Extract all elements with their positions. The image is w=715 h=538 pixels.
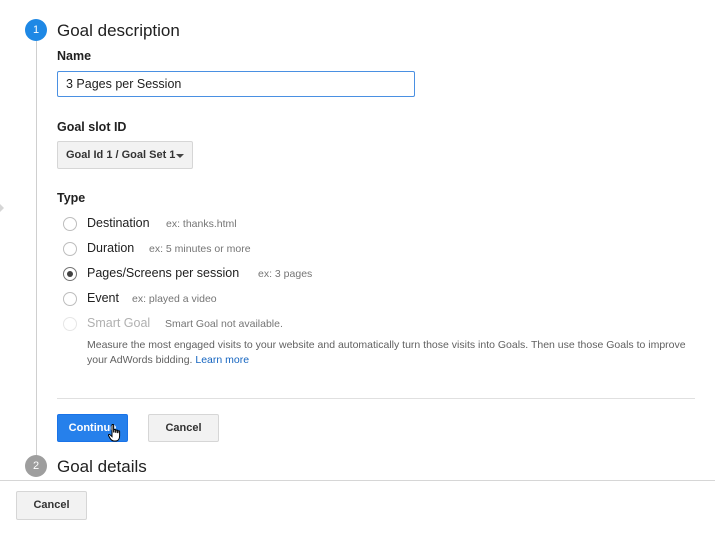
side-arrow-icon [0,204,4,212]
type-option-label: Smart Goal [87,316,151,330]
radio-destination[interactable] [63,217,77,231]
radio-pages-per-session[interactable] [63,267,77,281]
radio-event[interactable] [63,292,77,306]
type-option-label: Pages/Screens per session [87,266,240,280]
cancel-button[interactable]: Cancel [148,414,219,442]
smart-goal-description: Measure the most engaged visits to your … [87,338,687,368]
step-1-badge: 1 [25,19,47,41]
type-option-hint: Smart Goal not available. [165,318,283,330]
learn-more-link[interactable]: Learn more [195,354,249,366]
type-option-duration[interactable]: Duration ex: 5 minutes or more [63,241,283,259]
type-option-label: Destination [87,216,150,230]
type-label: Type [57,191,86,205]
goal-slot-dropdown[interactable]: Goal Id 1 / Goal Set 1 [57,141,193,169]
footer-divider [0,480,715,481]
name-label: Name [57,49,92,63]
type-option-hint: ex: 5 minutes or more [149,243,251,255]
type-option-event[interactable]: Event ex: played a video [63,291,263,309]
goal-slot-label: Goal slot ID [57,120,127,134]
type-option-label: Event [87,291,119,305]
smart-goal-description-text: Measure the most engaged visits to your … [87,339,686,366]
type-option-pages-per-session[interactable]: Pages/Screens per session ex: 3 pages [63,266,343,284]
step-1-title: Goal description [57,21,180,40]
step-2-badge: 2 [25,455,47,477]
step-connector-line [36,40,37,460]
radio-smart-goal [63,317,77,331]
goal-slot-value: Goal Id 1 / Goal Set 1 [66,149,176,161]
type-option-destination[interactable]: Destination ex: thanks.html [63,216,263,234]
caret-down-icon [176,154,184,158]
section-divider [57,398,695,399]
type-option-hint: ex: 3 pages [258,268,313,280]
type-option-hint: ex: played a video [132,293,217,305]
cancel-goal-button[interactable]: Cancel [16,491,87,520]
goal-name-input[interactable] [57,71,415,97]
radio-duration[interactable] [63,242,77,256]
step-2-title[interactable]: Goal details [57,457,147,477]
type-option-hint: ex: thanks.html [166,218,237,230]
type-option-label: Duration [87,241,135,255]
hand-pointer-icon [108,424,121,442]
type-option-smart-goal: Smart Goal Smart Goal not available. [63,316,323,334]
